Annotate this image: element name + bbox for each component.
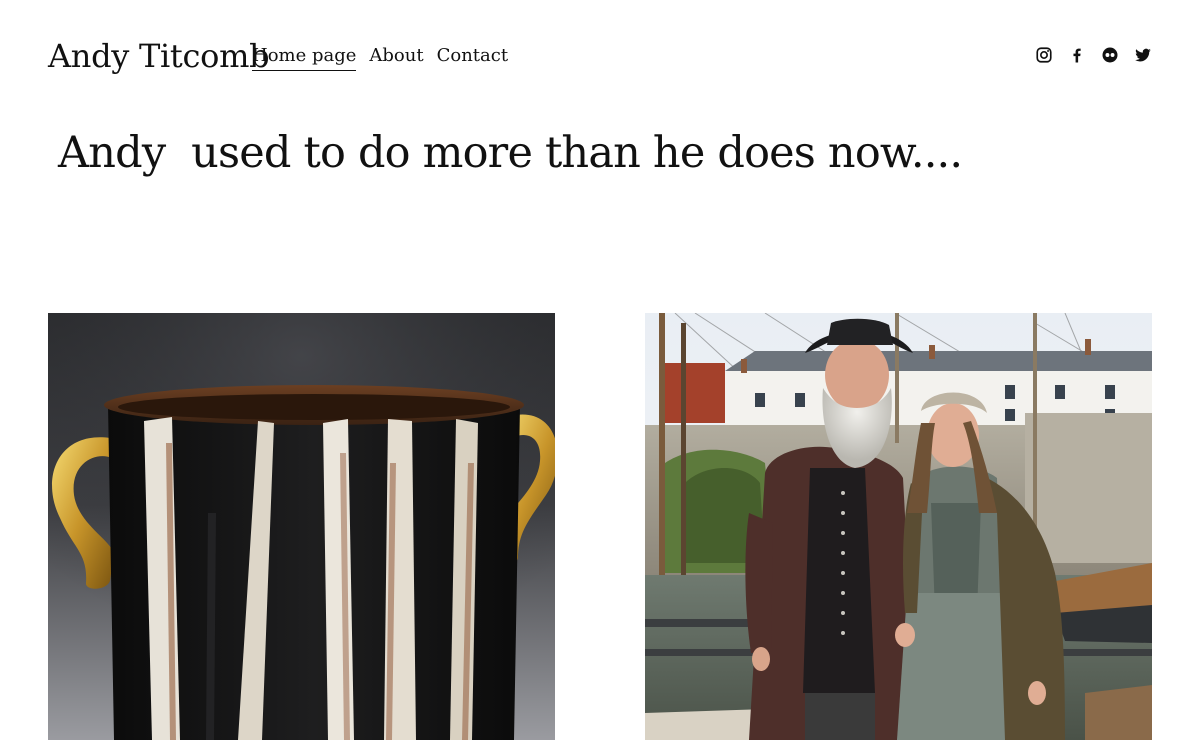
nav-home-page[interactable]: Home page	[252, 44, 357, 71]
site-title-link[interactable]: Andy Titcomb	[48, 36, 270, 76]
image-gallery	[48, 313, 1152, 740]
flickr-icon[interactable]	[1101, 46, 1119, 64]
hero-headline: Andy used to do more than he does now...…	[58, 128, 963, 178]
nav-about[interactable]: About	[369, 44, 423, 71]
main-nav: Home page About Contact	[252, 44, 508, 71]
instagram-icon[interactable]	[1035, 46, 1053, 64]
nav-contact[interactable]: Contact	[437, 44, 508, 71]
pottery-image[interactable]	[48, 313, 555, 740]
site-header: Andy Titcomb Home page About Contact	[0, 0, 1200, 112]
facebook-icon[interactable]	[1068, 46, 1086, 64]
harbour-photo[interactable]	[645, 313, 1152, 740]
twitter-icon[interactable]	[1134, 46, 1152, 64]
social-links	[1035, 46, 1152, 64]
